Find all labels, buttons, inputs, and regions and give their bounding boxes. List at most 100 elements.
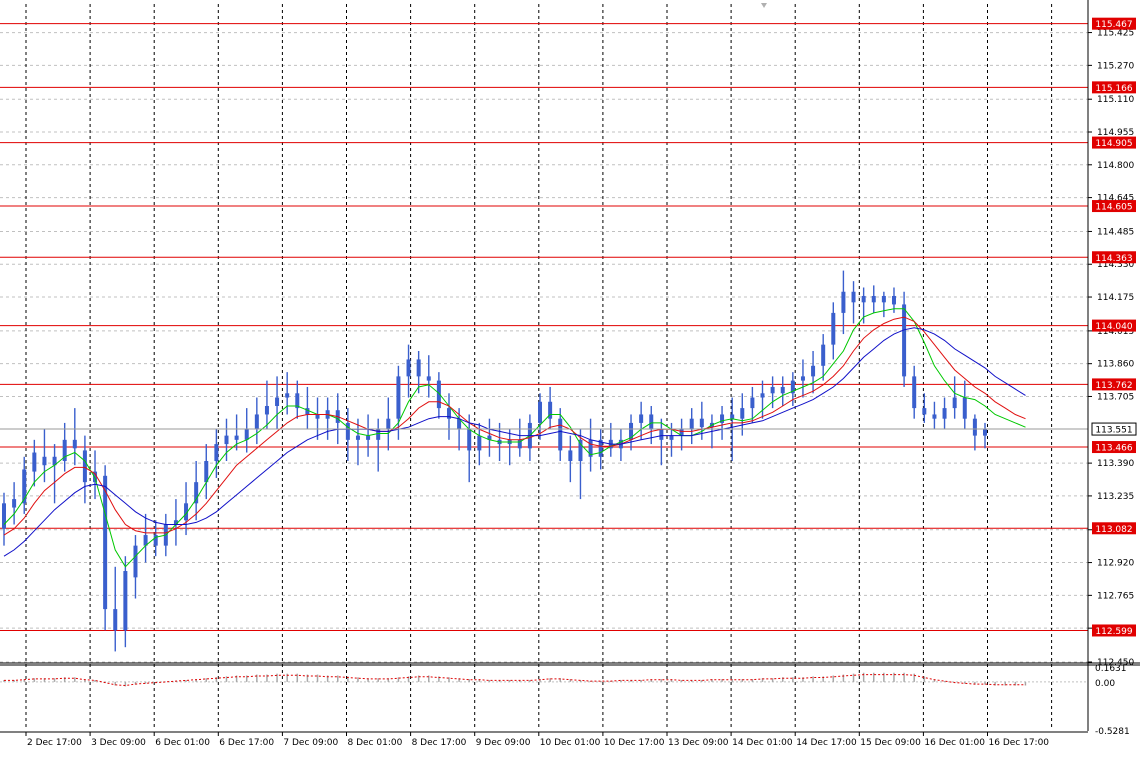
- price-bar-body: [983, 429, 987, 436]
- price-tick-label: 113.390: [1097, 459, 1134, 469]
- price-bar-body: [467, 429, 472, 451]
- price-tick-label: 115.270: [1097, 61, 1134, 71]
- price-bar-body: [406, 359, 411, 377]
- price-bar-body: [962, 397, 967, 419]
- price-bar-body: [760, 393, 765, 398]
- time-tick-label: 15 Dec 09:00: [860, 738, 921, 748]
- price-tick-label: 113.235: [1097, 492, 1134, 502]
- price-bar-body: [123, 571, 128, 631]
- price-bar-body: [396, 376, 401, 419]
- price-bar-body: [659, 429, 664, 440]
- price-bar-body: [912, 376, 917, 409]
- time-tick-label: 13 Dec 09:00: [668, 738, 729, 748]
- price-bar-body: [689, 418, 694, 430]
- price-bar-body: [568, 450, 573, 462]
- price-bar-body: [942, 408, 947, 419]
- price-bar-body: [740, 408, 745, 419]
- level-label: 114.040: [1095, 322, 1132, 332]
- price-bar-body: [42, 456, 47, 466]
- level-label: 114.363: [1095, 254, 1132, 264]
- time-tick-label: 7 Dec 09:00: [283, 738, 338, 748]
- indicator-tick-label: 0.00: [1095, 679, 1115, 689]
- level-label: 113.082: [1095, 525, 1132, 535]
- level-label: 113.466: [1095, 444, 1132, 454]
- price-bar-body: [649, 414, 654, 430]
- price-bar-body: [861, 295, 866, 303]
- price-bar-body: [477, 435, 482, 451]
- price-bar-body: [244, 429, 249, 440]
- time-tick-label: 16 Dec 01:00: [924, 738, 985, 748]
- price-bar-body: [558, 418, 563, 451]
- price-bar-body: [750, 397, 755, 409]
- price-bar-body: [902, 304, 907, 377]
- level-label: 114.605: [1095, 203, 1132, 213]
- level-label: 114.905: [1095, 139, 1132, 149]
- price-bar-body: [639, 414, 644, 423]
- price-bar-body: [831, 312, 836, 345]
- time-tick-label: 10 Dec 17:00: [604, 738, 665, 748]
- price-bar-body: [386, 418, 391, 430]
- price-bar-body: [538, 401, 543, 423]
- price-bar-body: [82, 450, 87, 483]
- price-bar-body: [2, 503, 6, 529]
- time-tick-label: 8 Dec 17:00: [412, 738, 467, 748]
- time-tick-label: 6 Dec 17:00: [219, 738, 274, 748]
- price-bar-body: [214, 444, 219, 462]
- price-bar-body: [426, 376, 431, 381]
- chart-background: [0, 0, 1140, 756]
- level-label: 115.166: [1095, 84, 1132, 94]
- price-bar-body: [103, 475, 108, 610]
- price-tick-label: 112.765: [1097, 591, 1134, 601]
- price-bar-body: [254, 414, 259, 430]
- price-bar-body: [780, 386, 785, 394]
- price-bar-body: [264, 405, 269, 415]
- time-tick-label: 8 Dec 01:00: [348, 738, 403, 748]
- price-bar-body: [952, 397, 957, 409]
- indicator-tick-label: 0.1631: [1095, 664, 1127, 674]
- price-bar-body: [891, 295, 896, 305]
- price-bar-body: [234, 435, 239, 440]
- level-label: 115.467: [1095, 20, 1132, 30]
- chart-window[interactable]: 115.425 115.270 115.110 114.955 114.800 114.6…: [0, 0, 1140, 756]
- price-bar-body: [669, 435, 674, 440]
- price-bar-body: [355, 435, 360, 440]
- price-bar-body: [133, 545, 138, 578]
- time-tick-label: 6 Dec 01:00: [155, 738, 210, 748]
- price-bar-body: [72, 439, 77, 449]
- price-bar-body: [730, 414, 735, 419]
- price-bar-body: [841, 291, 846, 313]
- price-bar-body: [32, 452, 37, 472]
- level-label: 112.599: [1095, 627, 1132, 637]
- price-bar-body: [811, 365, 816, 377]
- price-tick-label: 114.485: [1097, 227, 1134, 237]
- price-tick-label: 114.955: [1097, 128, 1134, 138]
- price-bar-body: [932, 414, 937, 419]
- price-tick-label: 112.920: [1097, 559, 1134, 569]
- price-bar-body: [194, 482, 199, 504]
- price-bar-body: [851, 291, 856, 303]
- price-bar-body: [275, 397, 280, 406]
- price-bar-body: [800, 376, 805, 381]
- price-bar-body: [224, 435, 229, 445]
- price-bar-body: [113, 609, 118, 631]
- price-bar-body: [871, 295, 876, 303]
- time-tick-label: 2 Dec 17:00: [27, 738, 82, 748]
- price-tick-label: 114.175: [1097, 293, 1134, 303]
- price-bar-body: [416, 359, 421, 377]
- price-bar-body: [821, 344, 826, 366]
- price-bar-body: [315, 414, 320, 419]
- time-tick-label: 14 Dec 01:00: [732, 738, 793, 748]
- price-tick-label: 114.800: [1097, 161, 1134, 171]
- price-bar-body: [922, 408, 927, 415]
- price-tick-label: 113.705: [1097, 392, 1134, 402]
- price-bar-body: [285, 393, 290, 398]
- price-bar-body: [699, 418, 704, 428]
- price-bar-body: [881, 295, 886, 303]
- price-bar-body: [770, 386, 775, 394]
- indicator-tick-label: -0.5281: [1095, 727, 1130, 737]
- time-tick-label: 9 Dec 09:00: [476, 738, 531, 748]
- price-chart[interactable]: 115.425115.270115.110114.955114.800114.6…: [0, 0, 1140, 756]
- time-tick-label: 3 Dec 09:00: [91, 738, 146, 748]
- price-tick-label: 115.110: [1097, 95, 1134, 105]
- price-bar-body: [972, 418, 977, 436]
